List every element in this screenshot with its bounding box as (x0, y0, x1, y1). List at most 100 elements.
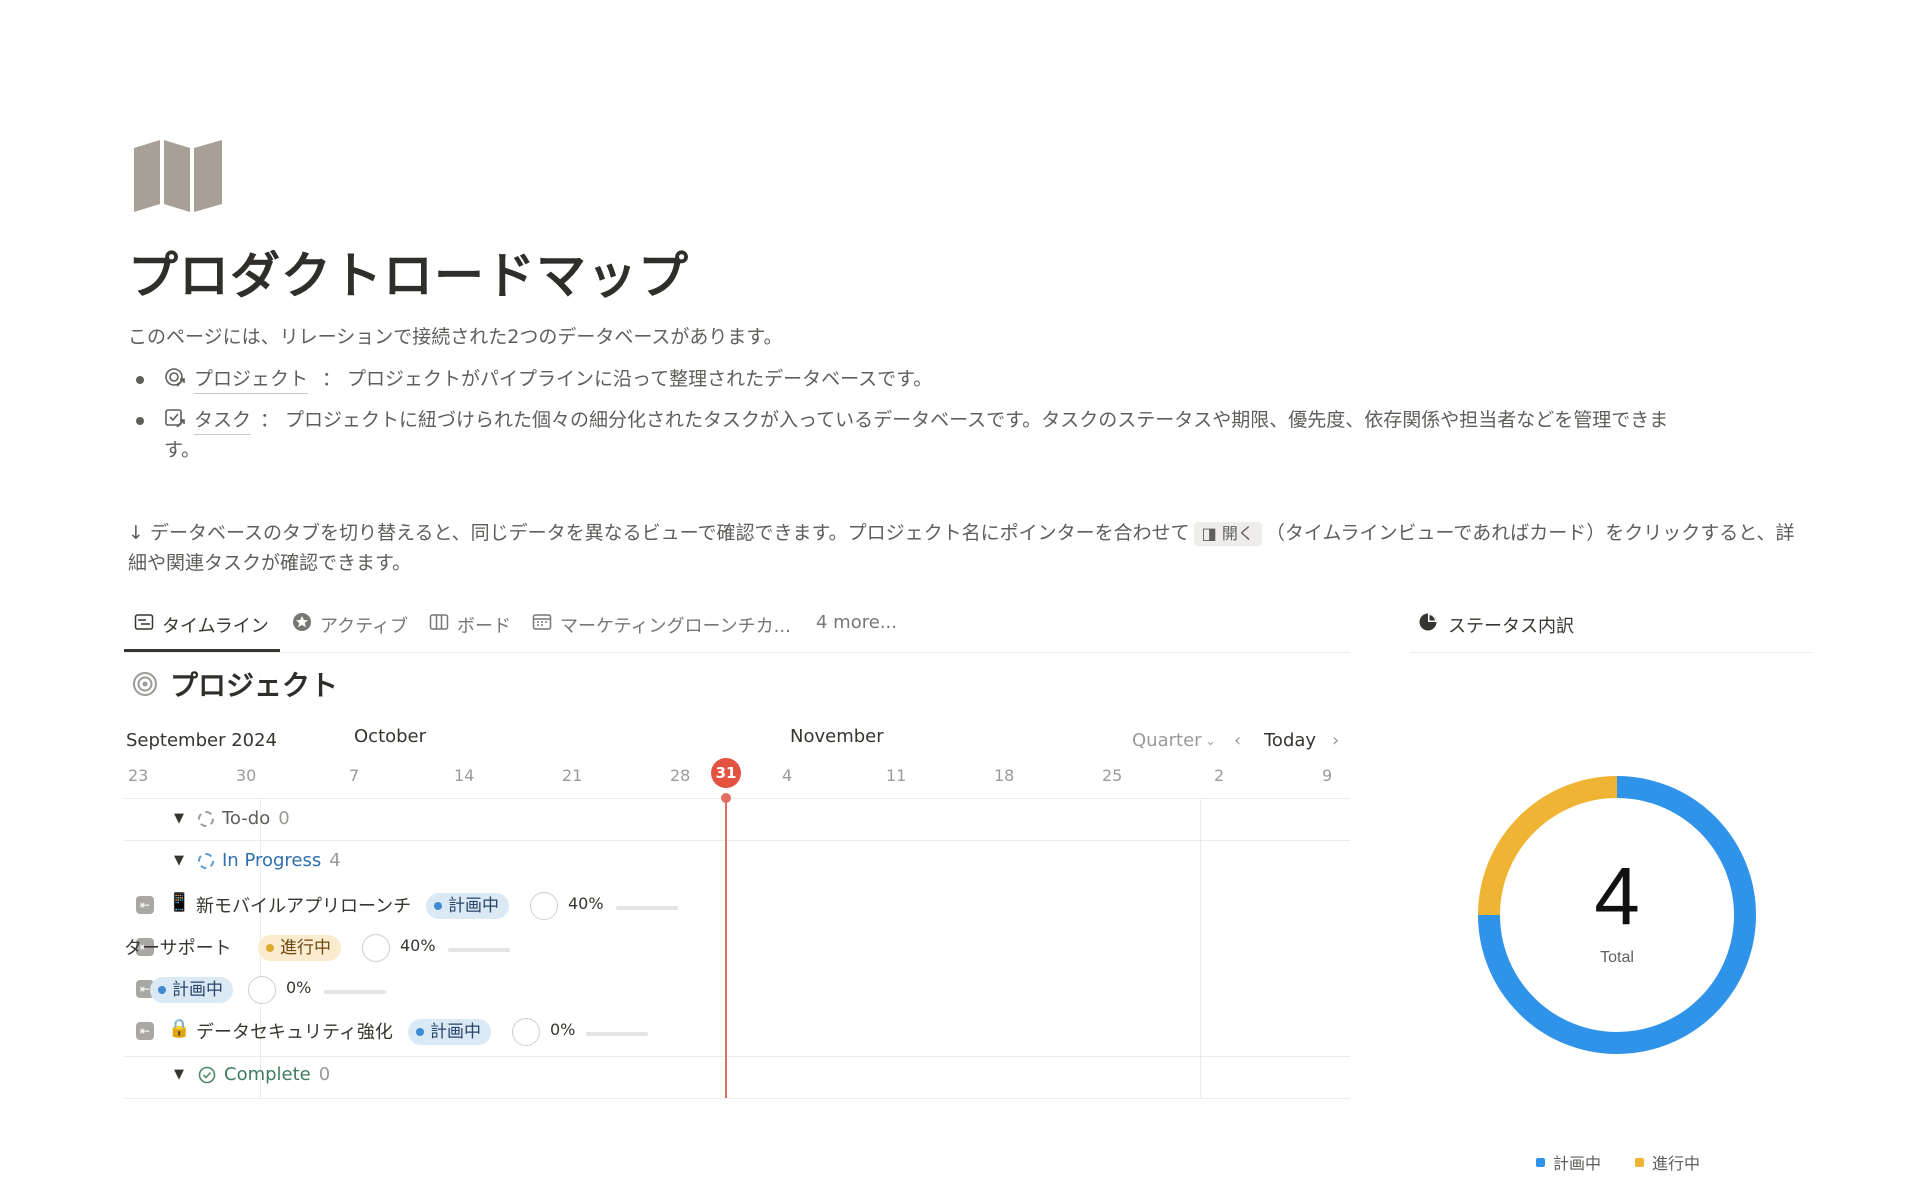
legend-item-plan[interactable]: 計画中 (1536, 1150, 1601, 1174)
tasks-link[interactable]: タスク (194, 405, 252, 435)
month-label: November (790, 726, 884, 747)
today-line (725, 798, 727, 1098)
timeline-card[interactable]: ⇤ 🔒 データセキュリティ強化 計画中 0% (124, 1018, 664, 1048)
project-name: ターサポート (124, 938, 232, 959)
status-text: 計画中 (430, 1022, 481, 1042)
progress-bar (586, 1032, 648, 1036)
prev-period-button[interactable]: ‹ (1234, 730, 1241, 751)
progress-bar (616, 906, 678, 910)
avatar (248, 976, 276, 1004)
caret-down-icon[interactable]: ▼ (174, 811, 184, 826)
divider (124, 1056, 1350, 1057)
day-label: 4 (782, 766, 793, 785)
check-circle-icon (198, 1066, 216, 1083)
day-label: 9 (1322, 766, 1333, 785)
group-complete[interactable]: ▼ Complete 0 (174, 1064, 330, 1085)
tab-marketing-calendar[interactable]: マーケティングローンチカ... (532, 612, 791, 650)
tab-label: マーケティングローンチカ... (560, 616, 791, 637)
bullet-dot (136, 417, 144, 425)
timeline-icon (134, 614, 154, 630)
checkbox-link-icon (165, 409, 185, 428)
group-label: In Progress (222, 850, 322, 871)
status-dot (434, 902, 442, 910)
next-period-button[interactable]: › (1332, 730, 1339, 751)
calendar-icon (532, 614, 552, 630)
progress-text: 40% (568, 894, 604, 913)
today-marker: 31 (711, 758, 741, 788)
database-title[interactable]: プロジェクト (132, 664, 338, 704)
status-dot (416, 1028, 424, 1036)
pie-chart-icon (1419, 613, 1437, 631)
status-widget-title: ステータス内訳 (1448, 616, 1574, 637)
note-text: ↓ データベースのタブを切り替えると、同じデータを異なるビューで確認できます。プ… (128, 522, 1190, 544)
timeline-card[interactable]: ⇤ ターサポート 進行中 40% (124, 934, 524, 964)
status-text: 進行中 (280, 938, 331, 958)
day-label: 7 (349, 766, 360, 785)
tab-label: アクティブ (320, 616, 409, 637)
bullet-text-continued: す。 (164, 439, 201, 461)
day-label: 30 (236, 766, 257, 785)
status-badge: 計画中 (150, 977, 233, 1003)
status-widget-header: ステータス内訳 (1410, 612, 1812, 653)
target-link-icon (165, 368, 185, 387)
status-text: 計画中 (172, 980, 223, 1000)
progress-text: 40% (400, 936, 436, 955)
tab-timeline[interactable]: タイムライン (134, 612, 269, 650)
day-label: 18 (994, 766, 1015, 785)
bullet-text: ： プロジェクトがパイプラインに沿って整理されたデータベースです。 (322, 368, 933, 390)
board-icon (429, 614, 449, 630)
donut-total-label: Total (1600, 949, 1634, 966)
chevron-right-icon: › (1332, 730, 1340, 751)
month-label: October (354, 726, 427, 747)
avatar (530, 892, 558, 920)
page-description: このページには、リレーションで接続された2つのデータベースがあります。 (128, 326, 783, 348)
divider (124, 1098, 1350, 1099)
caret-down-icon[interactable]: ▼ (174, 1067, 184, 1082)
database-title-text: プロジェクト (170, 669, 339, 702)
project-name: データセキュリティ強化 (196, 1022, 393, 1043)
tab-more[interactable]: 4 more... (816, 612, 897, 650)
tab-active[interactable]: アクティブ (292, 612, 408, 650)
bullet-dot (136, 376, 144, 384)
legend-swatch (1635, 1157, 1645, 1167)
day-label: 25 (1102, 766, 1123, 785)
progress-bar (324, 990, 386, 994)
todo-status-icon (198, 810, 214, 827)
back-arrow-icon[interactable]: ⇤ (136, 1022, 154, 1040)
tab-board[interactable]: ボード (429, 612, 511, 650)
day-label: 28 (670, 766, 691, 785)
status-badge: 計画中 (408, 1019, 491, 1045)
tab-label: 4 more... (816, 612, 897, 633)
view-tabs: タイムライン アクティブ ボード マーケティングローンチカ... 4 more.… (124, 612, 1350, 653)
chevron-down-icon: ⌄ (1205, 733, 1216, 748)
status-donut-chart: 4 Total (1478, 776, 1756, 1054)
legend-item-progress[interactable]: 進行中 (1635, 1150, 1700, 1174)
day-label: 21 (562, 766, 583, 785)
timeline-card[interactable]: ⇤ 計画中 0% (124, 976, 424, 1006)
group-in-progress[interactable]: ▼ In Progress 4 (174, 850, 341, 871)
project-emoji: 🔒 (168, 1018, 191, 1039)
avatar (362, 934, 390, 962)
tab-label: ボード (457, 616, 511, 637)
group-label: Complete (224, 1064, 311, 1085)
map-icon[interactable] (132, 140, 224, 212)
star-icon (293, 613, 311, 631)
today-line-dot (721, 793, 731, 803)
timeline-card[interactable]: ⇤ 📱 新モバイルアプリローンチ 計画中 40% (124, 892, 684, 922)
status-dot (266, 944, 274, 952)
divider (124, 840, 1350, 841)
range-select[interactable]: Quarter ⌄ (1132, 730, 1216, 751)
caret-down-icon[interactable]: ▼ (174, 853, 184, 868)
progress-text: 0% (550, 1020, 576, 1039)
day-label: 14 (454, 766, 475, 785)
avatar (512, 1018, 540, 1046)
week-gridline (1200, 798, 1201, 1098)
back-arrow-icon[interactable]: ⇤ (136, 896, 154, 914)
projects-link[interactable]: プロジェクト (194, 364, 309, 394)
page-title: プロダクトロードマップ (128, 247, 689, 305)
bullet-text: ： プロジェクトに紐づけられた個々の細分化されたタスクが入っているデータベースで… (260, 409, 1669, 431)
group-todo[interactable]: ▼ To-do 0 (174, 808, 290, 829)
today-button[interactable]: Today (1264, 730, 1316, 751)
in-progress-status-icon (198, 852, 214, 869)
open-button[interactable]: ◨ 開く (1193, 522, 1262, 546)
